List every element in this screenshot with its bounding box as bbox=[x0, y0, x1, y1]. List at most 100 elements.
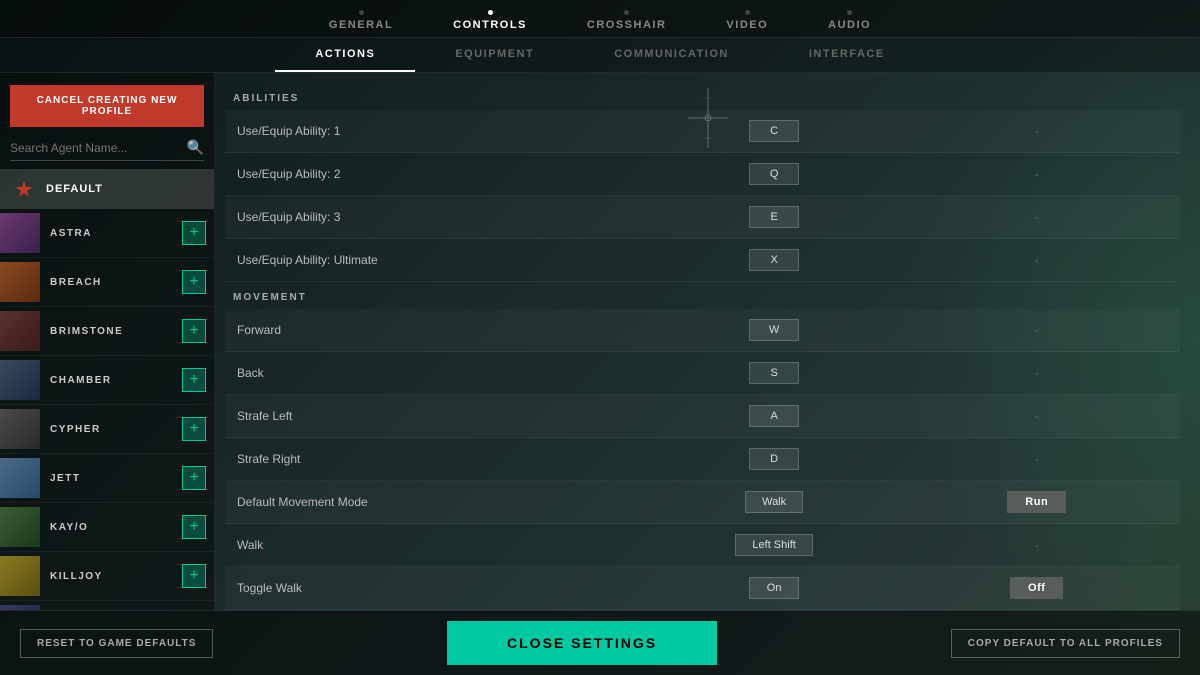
key-button[interactable]: A bbox=[749, 405, 799, 427]
avatar-brimstone bbox=[0, 311, 40, 351]
row-key[interactable]: E bbox=[655, 196, 894, 239]
avatar-astra bbox=[0, 213, 40, 253]
search-input[interactable] bbox=[10, 141, 187, 155]
row-alt[interactable]: Off bbox=[894, 567, 1181, 610]
key-button[interactable]: Left Shift bbox=[735, 534, 812, 556]
nav-label-general: GENERAL bbox=[329, 19, 393, 31]
add-agent-killjoy-button[interactable]: + bbox=[182, 564, 206, 588]
search-box: 🔍 bbox=[10, 139, 204, 161]
avatar-kayo bbox=[0, 507, 40, 547]
add-agent-jett-button[interactable]: + bbox=[182, 466, 206, 490]
nav-item-controls[interactable]: CONTROLS bbox=[453, 10, 527, 31]
tab-actions[interactable]: ACTIONS bbox=[275, 38, 415, 72]
row-key[interactable]: S bbox=[655, 352, 894, 395]
nav-dot-general bbox=[359, 10, 364, 15]
table-row: Forward W - bbox=[225, 309, 1180, 352]
row-key[interactable]: Q bbox=[655, 153, 894, 196]
row-label: Toggle Walk bbox=[225, 567, 655, 610]
avatar-chamber bbox=[0, 360, 40, 400]
row-key[interactable]: A bbox=[655, 395, 894, 438]
agent-list: ASTRA+BREACH+BRIMSTONE+CHAMBER+CYPHER+JE… bbox=[0, 209, 214, 610]
table-row: Use/Equip Ability: Ultimate X - bbox=[225, 239, 1180, 282]
row-label: Use/Equip Ability: 1 bbox=[225, 110, 655, 153]
row-key[interactable]: W bbox=[655, 309, 894, 352]
toggle-button[interactable]: Off bbox=[1010, 577, 1063, 599]
main-content: CANCEL CREATING NEW PROFILE 🔍 DEFAULT AS… bbox=[0, 73, 1200, 610]
sidebar-item-breach[interactable]: BREACH+ bbox=[0, 258, 214, 307]
table-row: Jump Space Bar - bbox=[225, 610, 1180, 611]
table-row: Back S - bbox=[225, 352, 1180, 395]
default-logo-icon bbox=[12, 177, 36, 201]
sidebar-item-killjoy[interactable]: KILLJOY+ bbox=[0, 552, 214, 601]
key-button[interactable]: X bbox=[749, 249, 799, 271]
tab-communication[interactable]: COMMUNICATION bbox=[574, 38, 769, 72]
sidebar-item-jett[interactable]: JETT+ bbox=[0, 454, 214, 503]
key-button[interactable]: Walk bbox=[745, 491, 803, 513]
sidebar-item-chamber[interactable]: CHAMBER+ bbox=[0, 356, 214, 405]
table-row: Toggle Walk On Off bbox=[225, 567, 1180, 610]
table-row: Use/Equip Ability: 3 E - bbox=[225, 196, 1180, 239]
nav-label-audio: AUDIO bbox=[828, 19, 871, 31]
movement-table: Forward W - Back S - Strafe Left A - Str… bbox=[225, 309, 1180, 610]
agent-name-cypher: CYPHER bbox=[40, 424, 182, 435]
agent-name-astra: ASTRA bbox=[40, 228, 182, 239]
key-button[interactable]: C bbox=[749, 120, 799, 142]
row-label: Strafe Right bbox=[225, 438, 655, 481]
add-agent-breach-button[interactable]: + bbox=[182, 270, 206, 294]
row-alt[interactable]: Run bbox=[894, 481, 1181, 524]
add-agent-astra-button[interactable]: + bbox=[182, 221, 206, 245]
avatar-breach bbox=[0, 262, 40, 302]
sidebar-item-astra[interactable]: ASTRA+ bbox=[0, 209, 214, 258]
reset-defaults-button[interactable]: RESET TO GAME DEFAULTS bbox=[20, 629, 213, 658]
row-label: Back bbox=[225, 352, 655, 395]
row-key[interactable]: X bbox=[655, 239, 894, 282]
tab-interface[interactable]: INTERFACE bbox=[769, 38, 925, 72]
content-scroll[interactable]: ABILITIES Use/Equip Ability: 1 C - Use/E… bbox=[215, 73, 1200, 610]
row-key[interactable]: Space Bar bbox=[655, 610, 894, 611]
key-button[interactable]: S bbox=[749, 362, 799, 384]
row-label: Use/Equip Ability: Ultimate bbox=[225, 239, 655, 282]
row-label: Forward bbox=[225, 309, 655, 352]
table-row: Strafe Left A - bbox=[225, 395, 1180, 438]
sidebar-item-cypher[interactable]: CYPHER+ bbox=[0, 405, 214, 454]
add-agent-chamber-button[interactable]: + bbox=[182, 368, 206, 392]
nav-dot-crosshair bbox=[624, 10, 629, 15]
tab-equipment[interactable]: EQUIPMENT bbox=[415, 38, 574, 72]
row-label: Use/Equip Ability: 2 bbox=[225, 153, 655, 196]
search-icon: 🔍 bbox=[187, 139, 204, 156]
nav-item-general[interactable]: GENERAL bbox=[329, 10, 393, 31]
add-agent-kayo-button[interactable]: + bbox=[182, 515, 206, 539]
key-button[interactable]: W bbox=[749, 319, 799, 341]
close-settings-button[interactable]: CLOSE SETTINGS bbox=[447, 621, 717, 665]
row-alt: - bbox=[894, 239, 1181, 282]
abilities-section-title: ABILITIES bbox=[225, 83, 1180, 110]
sidebar-item-omen[interactable]: OMEN+ bbox=[0, 601, 214, 610]
avatar-killjoy bbox=[0, 556, 40, 596]
nav-label-controls: CONTROLS bbox=[453, 19, 527, 31]
add-agent-cypher-button[interactable]: + bbox=[182, 417, 206, 441]
sub-navigation: ACTIONS EQUIPMENT COMMUNICATION INTERFAC… bbox=[0, 38, 1200, 73]
key-button[interactable]: Q bbox=[749, 163, 799, 185]
nav-item-audio[interactable]: AUDIO bbox=[828, 10, 871, 31]
copy-default-button[interactable]: COPY DEFAULT TO ALL PROFILES bbox=[951, 629, 1180, 658]
key-button[interactable]: D bbox=[749, 448, 799, 470]
sidebar-item-kayo[interactable]: KAY/O+ bbox=[0, 503, 214, 552]
row-key[interactable]: On bbox=[655, 567, 894, 610]
add-agent-brimstone-button[interactable]: + bbox=[182, 319, 206, 343]
avatar-jett bbox=[0, 458, 40, 498]
default-profile-item[interactable]: DEFAULT bbox=[0, 169, 214, 209]
row-key[interactable]: Left Shift bbox=[655, 524, 894, 567]
row-key[interactable]: C bbox=[655, 110, 894, 153]
row-key[interactable]: Walk bbox=[655, 481, 894, 524]
row-key[interactable]: D bbox=[655, 438, 894, 481]
cancel-creating-profile-button[interactable]: CANCEL CREATING NEW PROFILE bbox=[10, 85, 204, 127]
key-button[interactable]: On bbox=[749, 577, 799, 599]
toggle-button[interactable]: Run bbox=[1007, 491, 1066, 513]
nav-item-crosshair[interactable]: CROSSHAIR bbox=[587, 10, 667, 31]
sidebar-item-brimstone[interactable]: BRIMSTONE+ bbox=[0, 307, 214, 356]
row-alt: - bbox=[894, 196, 1181, 239]
row-label: Jump bbox=[225, 610, 655, 611]
nav-item-video[interactable]: VIDEO bbox=[726, 10, 768, 31]
key-button[interactable]: E bbox=[749, 206, 799, 228]
table-row: Walk Left Shift - bbox=[225, 524, 1180, 567]
